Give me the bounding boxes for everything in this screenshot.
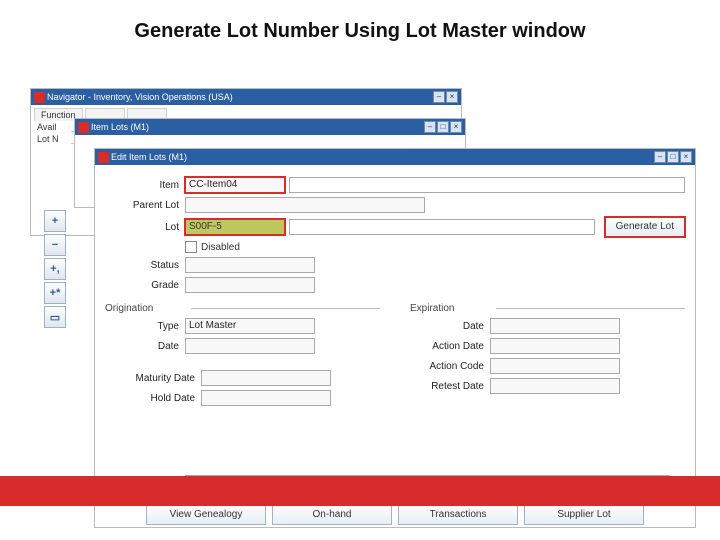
expiration-section-label: Expiration: [410, 303, 490, 314]
slide-title: Generate Lot Number Using Lot Master win…: [0, 20, 720, 43]
close-icon[interactable]: ×: [680, 151, 692, 163]
nav-lotn-label: Lot N: [37, 134, 67, 144]
nav-avail-label: Avail: [37, 122, 67, 132]
navigator-titlebar[interactable]: Navigator - Inventory, Vision Operations…: [31, 89, 461, 105]
disabled-label: Disabled: [201, 242, 240, 253]
item-desc-field[interactable]: [289, 177, 685, 193]
parent-lot-field[interactable]: [185, 197, 425, 213]
maximize-icon[interactable]: □: [437, 121, 449, 133]
lot-extra-field[interactable]: [289, 219, 595, 235]
item-label: Item: [105, 180, 179, 191]
item-lots-titlebar[interactable]: Item Lots (M1) – □ ×: [75, 119, 465, 135]
side-toolbar: + − +, +* ▭: [44, 210, 66, 328]
supplier-lot-button[interactable]: Supplier Lot: [524, 505, 644, 525]
status-field[interactable]: [185, 257, 315, 273]
edit-item-lots-window: Edit Item Lots (M1) – □ × Item CC-Item04…: [94, 148, 696, 528]
action-code-field[interactable]: [490, 358, 620, 374]
app-icon: [98, 152, 109, 163]
tool-expand[interactable]: +,: [44, 258, 66, 280]
transactions-button[interactable]: Transactions: [398, 505, 518, 525]
maximize-icon[interactable]: □: [667, 151, 679, 163]
app-icon: [34, 92, 45, 103]
item-lots-title-text: Item Lots (M1): [91, 119, 422, 135]
retest-date-field[interactable]: [490, 378, 620, 394]
maturity-date-field[interactable]: [201, 370, 331, 386]
exp-date-field[interactable]: [490, 318, 620, 334]
view-genealogy-button[interactable]: View Genealogy: [146, 505, 266, 525]
parent-lot-label: Parent Lot: [105, 200, 179, 211]
type-label: Type: [105, 321, 179, 332]
minimize-icon[interactable]: –: [424, 121, 436, 133]
grade-label: Grade: [105, 280, 179, 291]
generate-lot-button[interactable]: Generate Lot: [605, 217, 685, 237]
minimize-icon[interactable]: –: [433, 91, 445, 103]
edit-item-lots-title-text: Edit Item Lots (M1): [111, 149, 652, 165]
close-icon[interactable]: ×: [446, 91, 458, 103]
tool-remove[interactable]: −: [44, 234, 66, 256]
disabled-checkbox[interactable]: [185, 241, 197, 253]
navigator-title-text: Navigator - Inventory, Vision Operations…: [47, 89, 431, 105]
tool-add[interactable]: +: [44, 210, 66, 232]
on-hand-button[interactable]: On-hand: [272, 505, 392, 525]
action-date-label: Action Date: [410, 341, 484, 352]
tool-rect[interactable]: ▭: [44, 306, 66, 328]
minimize-icon[interactable]: –: [654, 151, 666, 163]
edit-item-lots-titlebar[interactable]: Edit Item Lots (M1) – □ ×: [95, 149, 695, 165]
action-date-field[interactable]: [490, 338, 620, 354]
close-icon[interactable]: ×: [450, 121, 462, 133]
lot-label: Lot: [105, 222, 179, 233]
status-label: Status: [105, 260, 179, 271]
type-field[interactable]: Lot Master: [185, 318, 315, 334]
action-code-label: Action Code: [410, 361, 484, 372]
lot-field[interactable]: S00F-5: [185, 219, 285, 235]
origination-section-label: Origination: [105, 303, 185, 314]
app-icon: [78, 122, 89, 133]
grade-field[interactable]: [185, 277, 315, 293]
exp-date-label: Date: [410, 321, 484, 332]
orig-date-label: Date: [105, 341, 179, 352]
retest-date-label: Retest Date: [410, 381, 484, 392]
hold-date-label: Hold Date: [105, 393, 195, 404]
item-field[interactable]: CC-Item04: [185, 177, 285, 193]
slide-footer-bar: [0, 476, 720, 506]
tool-expand-all[interactable]: +*: [44, 282, 66, 304]
maturity-date-label: Maturity Date: [105, 373, 195, 384]
hold-date-field[interactable]: [201, 390, 331, 406]
orig-date-field[interactable]: [185, 338, 315, 354]
